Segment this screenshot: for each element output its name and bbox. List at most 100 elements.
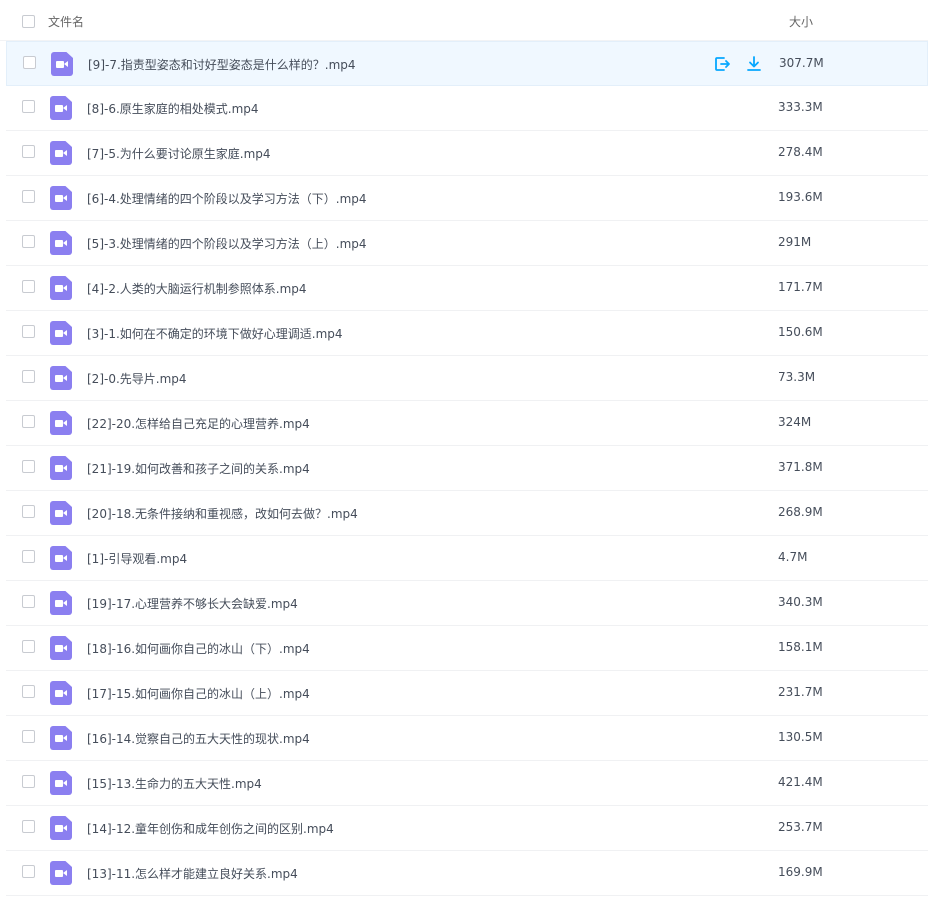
row-checkbox[interactable]: [22, 235, 35, 248]
file-size: 171.7M: [778, 280, 823, 294]
video-file-icon: [50, 546, 72, 570]
file-size: 307.7M: [779, 56, 824, 70]
file-size: 291M: [778, 235, 812, 249]
file-name-link[interactable]: [17]-15.如何画你自己的冰山（上）.mp4: [87, 685, 310, 702]
file-size: 340.3M: [778, 595, 823, 609]
video-file-icon: [50, 591, 72, 615]
file-row[interactable]: [6]-4.处理情绪的四个阶段以及学习方法（下）.mp4 193.6M: [6, 176, 928, 221]
video-file-icon: [51, 52, 73, 76]
video-file-icon: [50, 501, 72, 525]
file-name-link[interactable]: [16]-14.觉察自己的五大天性的现状.mp4: [87, 730, 310, 747]
row-checkbox[interactable]: [22, 370, 35, 383]
file-row[interactable]: [15]-13.生命力的五大天性.mp4 421.4M: [6, 761, 928, 806]
row-checkbox[interactable]: [22, 415, 35, 428]
video-file-icon: [50, 366, 72, 390]
file-name-link[interactable]: [5]-3.处理情绪的四个阶段以及学习方法（上）.mp4: [87, 235, 367, 252]
video-file-icon: [50, 411, 72, 435]
file-name-link[interactable]: [22]-20.怎样给自己充足的心理营养.mp4: [87, 415, 310, 432]
file-size: 73.3M: [778, 370, 816, 384]
file-name-link[interactable]: [18]-16.如何画你自己的冰山（下）.mp4: [87, 640, 310, 657]
file-row[interactable]: [4]-2.人类的大脑运行机制参照体系.mp4 171.7M: [6, 266, 928, 311]
video-file-icon: [50, 771, 72, 795]
file-row[interactable]: [3]-1.如何在不确定的环境下做好心理调适.mp4 150.6M: [6, 311, 928, 356]
file-name-link[interactable]: [13]-11.怎么样才能建立良好关系.mp4: [87, 865, 298, 882]
file-name-link[interactable]: [21]-19.如何改善和孩子之间的关系.mp4: [87, 460, 310, 477]
file-row[interactable]: [5]-3.处理情绪的四个阶段以及学习方法（上）.mp4 291M: [6, 221, 928, 266]
row-actions: [713, 55, 763, 73]
video-file-icon: [50, 186, 72, 210]
row-checkbox[interactable]: [22, 460, 35, 473]
file-name-link[interactable]: [6]-4.处理情绪的四个阶段以及学习方法（下）.mp4: [87, 190, 367, 207]
video-file-icon: [50, 141, 72, 165]
video-file-icon: [50, 726, 72, 750]
file-row[interactable]: [9]-7.指责型姿态和讨好型姿态是什么样的？.mp4 307.7M: [6, 41, 928, 86]
share-out-icon[interactable]: [713, 55, 731, 73]
file-size: 421.4M: [778, 775, 823, 789]
file-size: 158.1M: [778, 640, 823, 654]
file-row[interactable]: [16]-14.觉察自己的五大天性的现状.mp4 130.5M: [6, 716, 928, 761]
file-size: 4.7M: [778, 550, 808, 564]
video-file-icon: [50, 231, 72, 255]
file-row[interactable]: [20]-18.无条件接纳和重视感，改如何去做？.mp4 268.9M: [6, 491, 928, 536]
video-file-icon: [50, 636, 72, 660]
file-row[interactable]: [13]-11.怎么样才能建立良好关系.mp4 169.9M: [6, 851, 928, 896]
file-row[interactable]: [21]-19.如何改善和孩子之间的关系.mp4 371.8M: [6, 446, 928, 491]
file-size: 278.4M: [778, 145, 823, 159]
file-size: 324M: [778, 415, 812, 429]
file-row[interactable]: [7]-5.为什么要讨论原生家庭.mp4 278.4M: [6, 131, 928, 176]
row-checkbox[interactable]: [22, 325, 35, 338]
video-file-icon: [50, 816, 72, 840]
file-size: 371.8M: [778, 460, 823, 474]
select-all-checkbox[interactable]: [22, 15, 35, 28]
file-row[interactable]: [8]-6.原生家庭的相处模式.mp4 333.3M: [6, 86, 928, 131]
file-list-header: 文件名 大小: [0, 0, 928, 41]
video-file-icon: [50, 681, 72, 705]
file-name-link[interactable]: [7]-5.为什么要讨论原生家庭.mp4: [87, 145, 271, 162]
file-row[interactable]: [17]-15.如何画你自己的冰山（上）.mp4 231.7M: [6, 671, 928, 716]
file-list: 文件名 大小 [9]-7.指责型姿态和讨好型姿态是什么样的？.mp4 307.7M…: [0, 0, 928, 905]
video-file-icon: [50, 456, 72, 480]
file-row[interactable]: [22]-20.怎样给自己充足的心理营养.mp4 324M: [6, 401, 928, 446]
row-checkbox[interactable]: [22, 100, 35, 113]
file-size: 169.9M: [778, 865, 823, 879]
file-row[interactable]: [18]-16.如何画你自己的冰山（下）.mp4 158.1M: [6, 626, 928, 671]
row-checkbox[interactable]: [22, 865, 35, 878]
row-checkbox[interactable]: [22, 280, 35, 293]
file-name-link[interactable]: [8]-6.原生家庭的相处模式.mp4: [87, 100, 259, 117]
video-file-icon: [50, 321, 72, 345]
row-checkbox[interactable]: [23, 56, 36, 69]
row-checkbox[interactable]: [22, 595, 35, 608]
video-file-icon: [50, 861, 72, 885]
file-size: 333.3M: [778, 100, 823, 114]
download-icon[interactable]: [745, 55, 763, 73]
file-size: 193.6M: [778, 190, 823, 204]
file-row[interactable]: [14]-12.童年创伤和成年创伤之间的区别.mp4 253.7M: [6, 806, 928, 851]
video-file-icon: [50, 276, 72, 300]
row-checkbox[interactable]: [22, 685, 35, 698]
video-file-icon: [50, 96, 72, 120]
file-row[interactable]: [19]-17.心理营养不够长大会缺爱.mp4 340.3M: [6, 581, 928, 626]
row-checkbox[interactable]: [22, 775, 35, 788]
file-name-link[interactable]: [19]-17.心理营养不够长大会缺爱.mp4: [87, 595, 298, 612]
file-name-link[interactable]: [3]-1.如何在不确定的环境下做好心理调适.mp4: [87, 325, 343, 342]
file-name-link[interactable]: [1]-引导观看.mp4: [87, 550, 187, 567]
row-checkbox[interactable]: [22, 550, 35, 563]
file-name-link[interactable]: [15]-13.生命力的五大天性.mp4: [87, 775, 262, 792]
file-size: 130.5M: [778, 730, 823, 744]
file-size: 268.9M: [778, 505, 823, 519]
file-name-link[interactable]: [2]-0.先导片.mp4: [87, 370, 187, 387]
row-checkbox[interactable]: [22, 820, 35, 833]
file-row[interactable]: [2]-0.先导片.mp4 73.3M: [6, 356, 928, 401]
row-checkbox[interactable]: [22, 640, 35, 653]
row-checkbox[interactable]: [22, 730, 35, 743]
column-header-size[interactable]: 大小: [789, 13, 813, 30]
row-checkbox[interactable]: [22, 145, 35, 158]
file-name-link[interactable]: [14]-12.童年创伤和成年创伤之间的区别.mp4: [87, 820, 334, 837]
column-header-name[interactable]: 文件名: [48, 13, 84, 30]
row-checkbox[interactable]: [22, 505, 35, 518]
row-checkbox[interactable]: [22, 190, 35, 203]
file-name-link[interactable]: [20]-18.无条件接纳和重视感，改如何去做？.mp4: [87, 505, 358, 522]
file-name-link[interactable]: [4]-2.人类的大脑运行机制参照体系.mp4: [87, 280, 307, 297]
file-name-link[interactable]: [9]-7.指责型姿态和讨好型姿态是什么样的？.mp4: [88, 56, 356, 73]
file-row[interactable]: [1]-引导观看.mp4 4.7M: [6, 536, 928, 581]
